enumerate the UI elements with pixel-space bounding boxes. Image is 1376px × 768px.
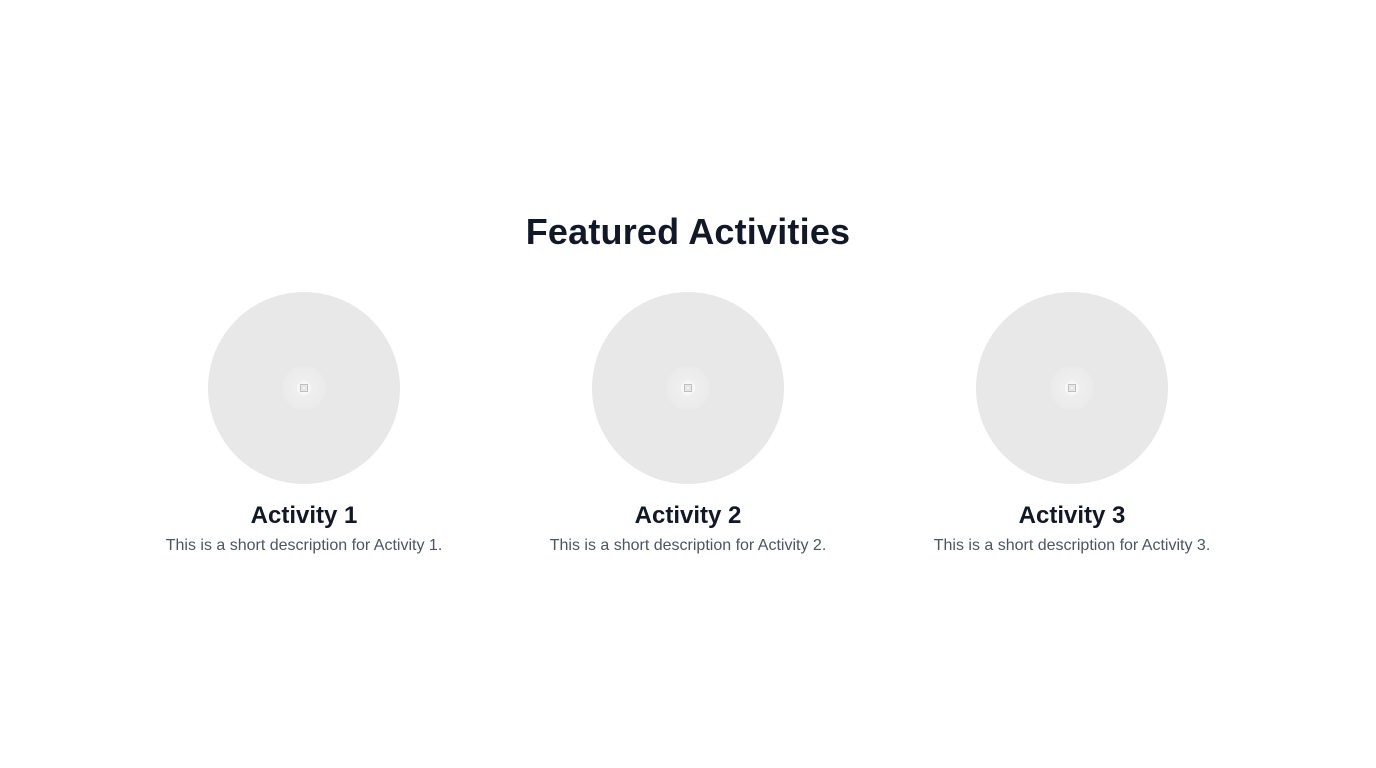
featured-activities-section: Featured Activities Activity 1 This is a… — [0, 0, 1376, 768]
activity-title: Activity 2 — [634, 502, 742, 529]
activity-card[interactable]: Activity 1 This is a short description f… — [112, 292, 496, 556]
image-placeholder-icon — [300, 384, 308, 392]
activity-title: Activity 1 — [250, 502, 358, 529]
activity-image — [592, 292, 784, 484]
activity-card[interactable]: Activity 3 This is a short description f… — [880, 292, 1264, 556]
image-placeholder-icon — [1068, 384, 1076, 392]
activity-description: This is a short description for Activity… — [933, 537, 1211, 554]
activity-title: Activity 3 — [1018, 502, 1126, 529]
activity-description: This is a short description for Activity… — [165, 537, 443, 554]
activity-description: This is a short description for Activity… — [549, 537, 827, 554]
activity-image — [976, 292, 1168, 484]
activity-card[interactable]: Activity 2 This is a short description f… — [496, 292, 880, 556]
section-title: Featured Activities — [525, 211, 851, 252]
activity-image — [208, 292, 400, 484]
image-placeholder-icon — [684, 384, 692, 392]
